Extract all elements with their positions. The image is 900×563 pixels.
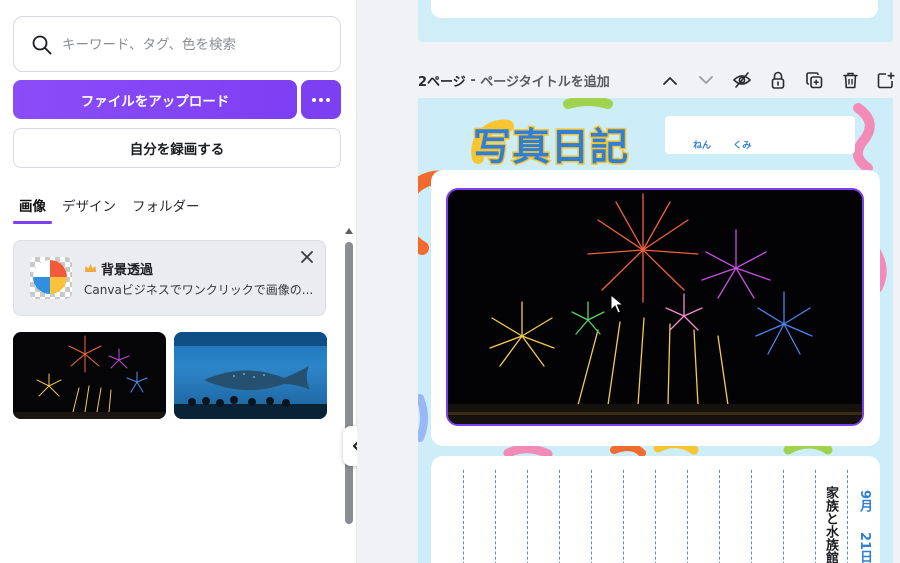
page-1[interactable] [418, 0, 893, 42]
page-number-label: 2ページ [418, 74, 466, 90]
eye-off-icon [732, 72, 752, 88]
delete-page-button[interactable] [832, 68, 868, 92]
move-page-down-button[interactable] [688, 68, 724, 92]
selected-fireworks-photo[interactable] [446, 188, 864, 426]
diary-heading[interactable]: 写真日記 [471, 116, 629, 171]
page-2[interactable]: 写真日記 ねん くみ 家族と水族館 9月 21日 [418, 98, 893, 563]
promo-title: 背景透過 [84, 259, 153, 278]
promo-title-text: 背景透過 [101, 263, 154, 278]
diary-month-text[interactable]: 9月 [855, 490, 874, 513]
more-icon [312, 97, 316, 102]
hide-page-button[interactable] [724, 68, 760, 92]
year-label: ねん [693, 141, 712, 151]
upload-file-button[interactable]: ファイルをアップロード [13, 80, 297, 119]
upload-tabs: 画像 デザイン フォルダー [13, 192, 210, 226]
mouse-cursor-icon [610, 294, 624, 314]
duplicate-page-button[interactable] [796, 68, 832, 92]
close-icon[interactable] [299, 249, 315, 265]
class-label: くみ [733, 141, 752, 151]
diary-day-text[interactable]: 21日 [855, 532, 874, 563]
chevron-down-icon [699, 75, 713, 84]
uploaded-image-aquarium[interactable] [174, 332, 327, 419]
lock-page-button[interactable] [760, 68, 796, 92]
scroll-up-icon[interactable] [345, 228, 353, 234]
crown-icon [85, 264, 96, 272]
canvas-area: 2ページ - ページタイトルを追加 写真日記 ねん くみ 家族と水族館 9月 2… [357, 0, 900, 563]
search-box[interactable] [13, 16, 341, 72]
promo-description: Canvaビジネスでワンクリックで画像の... [84, 283, 314, 297]
lock-icon [771, 71, 785, 89]
page-title-input[interactable]: ページタイトルを追加 [480, 71, 609, 90]
panel-scrollbar[interactable] [344, 228, 353, 528]
beach-ball-image [33, 260, 67, 294]
fireworks-thumbnail [13, 335, 166, 419]
more-options-button[interactable] [301, 80, 341, 119]
add-page-icon [877, 71, 895, 88]
scrollbar-thumb[interactable] [345, 242, 353, 524]
name-class-box[interactable]: ねん くみ [665, 116, 855, 154]
side-panel: ファイルをアップロード 自分を録画する 画像 デザイン フォルダー 背景透過 C… [0, 0, 357, 563]
add-page-button[interactable] [868, 68, 900, 92]
page-toolbar [652, 68, 900, 92]
duplicate-icon [805, 71, 822, 88]
promo-thumbnail [30, 257, 72, 299]
page-2-header: 2ページ - ページタイトルを追加 [418, 68, 610, 92]
record-yourself-button[interactable]: 自分を録画する [13, 128, 341, 168]
trash-icon [842, 72, 858, 88]
search-input[interactable] [62, 31, 332, 59]
fireworks-image [448, 193, 862, 424]
page-separator: - [465, 72, 481, 88]
tab-designs[interactable]: デザイン [56, 192, 122, 224]
aquarium-thumbnail [174, 332, 327, 419]
tab-folders[interactable]: フォルダー [126, 192, 206, 224]
uploaded-image-fireworks[interactable] [13, 332, 166, 419]
search-icon [32, 35, 52, 55]
diary-text-card[interactable]: 家族と水族館 9月 21日 [431, 456, 880, 563]
chevron-up-icon [663, 76, 677, 85]
tab-images[interactable]: 画像 [13, 192, 52, 224]
diary-title-text[interactable]: 家族と水族館 [821, 486, 840, 563]
photo-frame-card [431, 170, 880, 446]
move-page-up-button[interactable] [652, 68, 688, 92]
background-remover-promo[interactable]: 背景透過 Canvaビジネスでワンクリックで画像の... [13, 240, 326, 316]
